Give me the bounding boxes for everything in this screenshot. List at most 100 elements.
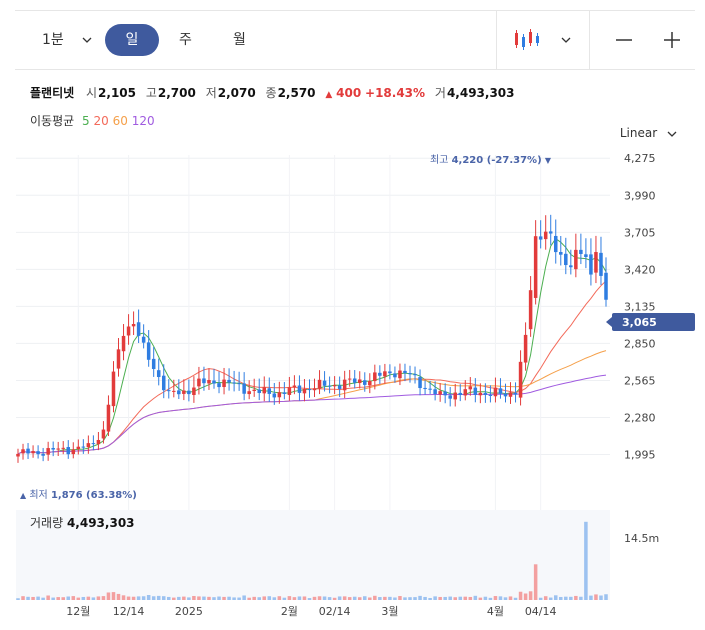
volume-bar <box>533 564 538 600</box>
candle-body <box>322 380 327 386</box>
volume-bar <box>368 597 372 600</box>
candle-body <box>302 388 307 394</box>
volume-bar <box>302 596 307 600</box>
volume-panel-label: 거래량 4,493,303 <box>30 516 135 530</box>
tab-week[interactable]: 주 <box>179 11 192 69</box>
candle-body <box>71 449 76 455</box>
volume-bar <box>81 596 86 600</box>
candle-body <box>428 388 432 390</box>
y-tick-label: 2,280 <box>624 412 656 425</box>
volume-bar <box>86 596 91 600</box>
candle-body <box>161 375 166 391</box>
minus-icon <box>616 39 632 41</box>
candle-body <box>553 235 558 253</box>
candle-body <box>513 392 518 395</box>
y-tick-label: 3,135 <box>624 300 656 313</box>
high-value: 2,700 <box>157 86 196 100</box>
candle-body <box>443 391 447 396</box>
candle-body <box>227 379 231 383</box>
candle-body <box>523 334 528 363</box>
candle-body <box>398 370 402 379</box>
candle-body <box>252 389 256 391</box>
chevron-down-icon <box>561 37 571 43</box>
volume-bar <box>579 596 583 600</box>
candle-body <box>332 385 337 387</box>
candle-body <box>262 387 267 394</box>
candle-body <box>106 404 111 432</box>
y-tick-label: 3,705 <box>624 226 656 239</box>
candle-body <box>483 392 488 395</box>
volume-bar <box>167 596 171 600</box>
volume-bar <box>242 595 246 600</box>
candle-body <box>111 371 116 407</box>
candle-body <box>242 383 246 394</box>
volume-bar <box>378 597 382 600</box>
divider <box>589 11 590 69</box>
volume-bar <box>267 596 272 600</box>
volume-bar <box>282 597 287 600</box>
volume-bar <box>488 597 493 600</box>
candlestick-chart[interactable]: 4,275 3,990 3,705 3,420 3,135 2,850 2,565 2,280… <box>0 140 705 630</box>
chart-type-button[interactable] <box>513 11 571 69</box>
candle-body <box>408 373 412 375</box>
candle-body <box>101 429 106 439</box>
zoom-in-button[interactable] <box>663 11 681 69</box>
tab-day-label: 일 <box>125 32 139 48</box>
candle-body <box>342 379 347 391</box>
volume-bar <box>217 596 221 600</box>
volume-bar <box>121 595 126 600</box>
candle-body <box>76 446 81 450</box>
volume-bar <box>398 596 402 600</box>
candle-body <box>357 379 362 384</box>
volume-bar <box>177 596 181 600</box>
candles <box>16 214 608 463</box>
volume-bar <box>564 596 568 600</box>
change-percent: +18.43% <box>365 86 426 100</box>
candle-body <box>81 446 86 448</box>
volume-bar <box>56 597 60 600</box>
volume-bar <box>317 596 322 600</box>
candle-body <box>182 390 186 394</box>
candle-body <box>146 342 151 360</box>
candle-body <box>423 387 427 389</box>
open-value: 2,105 <box>98 86 137 100</box>
candle-body <box>232 382 236 384</box>
low-label: 저 <box>205 86 217 100</box>
candle-body <box>498 388 503 394</box>
volume-bar <box>287 596 292 600</box>
candle-body <box>156 370 161 378</box>
zoom-out-button[interactable] <box>615 11 633 69</box>
candle-body <box>247 391 251 395</box>
volume-bar <box>528 591 533 600</box>
candle-body <box>287 387 292 395</box>
scale-selector[interactable]: Linear <box>620 126 677 140</box>
candle-body <box>538 236 543 240</box>
volume-bar <box>202 596 206 600</box>
volume-bar <box>347 597 352 600</box>
volume-bar <box>342 596 347 600</box>
volume-bar <box>146 595 151 600</box>
volume-bar <box>172 597 176 600</box>
tab-day[interactable]: 일 <box>105 24 159 56</box>
candle-body <box>352 378 357 383</box>
tab-month[interactable]: 월 <box>233 11 246 69</box>
volume-bar <box>227 596 231 600</box>
low-value: 2,070 <box>217 86 256 100</box>
ma-5: 5 <box>82 114 90 128</box>
candle-body <box>66 447 71 455</box>
minute-selector[interactable]: 1분 <box>42 11 92 69</box>
x-tick-label: 12/14 <box>113 605 145 618</box>
candle-body <box>518 361 523 398</box>
volume-bar <box>518 591 523 600</box>
close-label: 종 <box>265 86 277 100</box>
y-tick-label: 2,850 <box>624 337 656 350</box>
moving-average-lines <box>17 237 607 455</box>
candle-body <box>403 370 407 374</box>
volume-bar <box>453 597 457 600</box>
candle-body <box>564 253 568 266</box>
volume-bar <box>16 598 20 600</box>
volume-bar <box>468 596 473 600</box>
x-tick-label: 4월 <box>487 605 504 618</box>
candle-body <box>438 391 442 395</box>
volume-bar <box>443 596 447 600</box>
